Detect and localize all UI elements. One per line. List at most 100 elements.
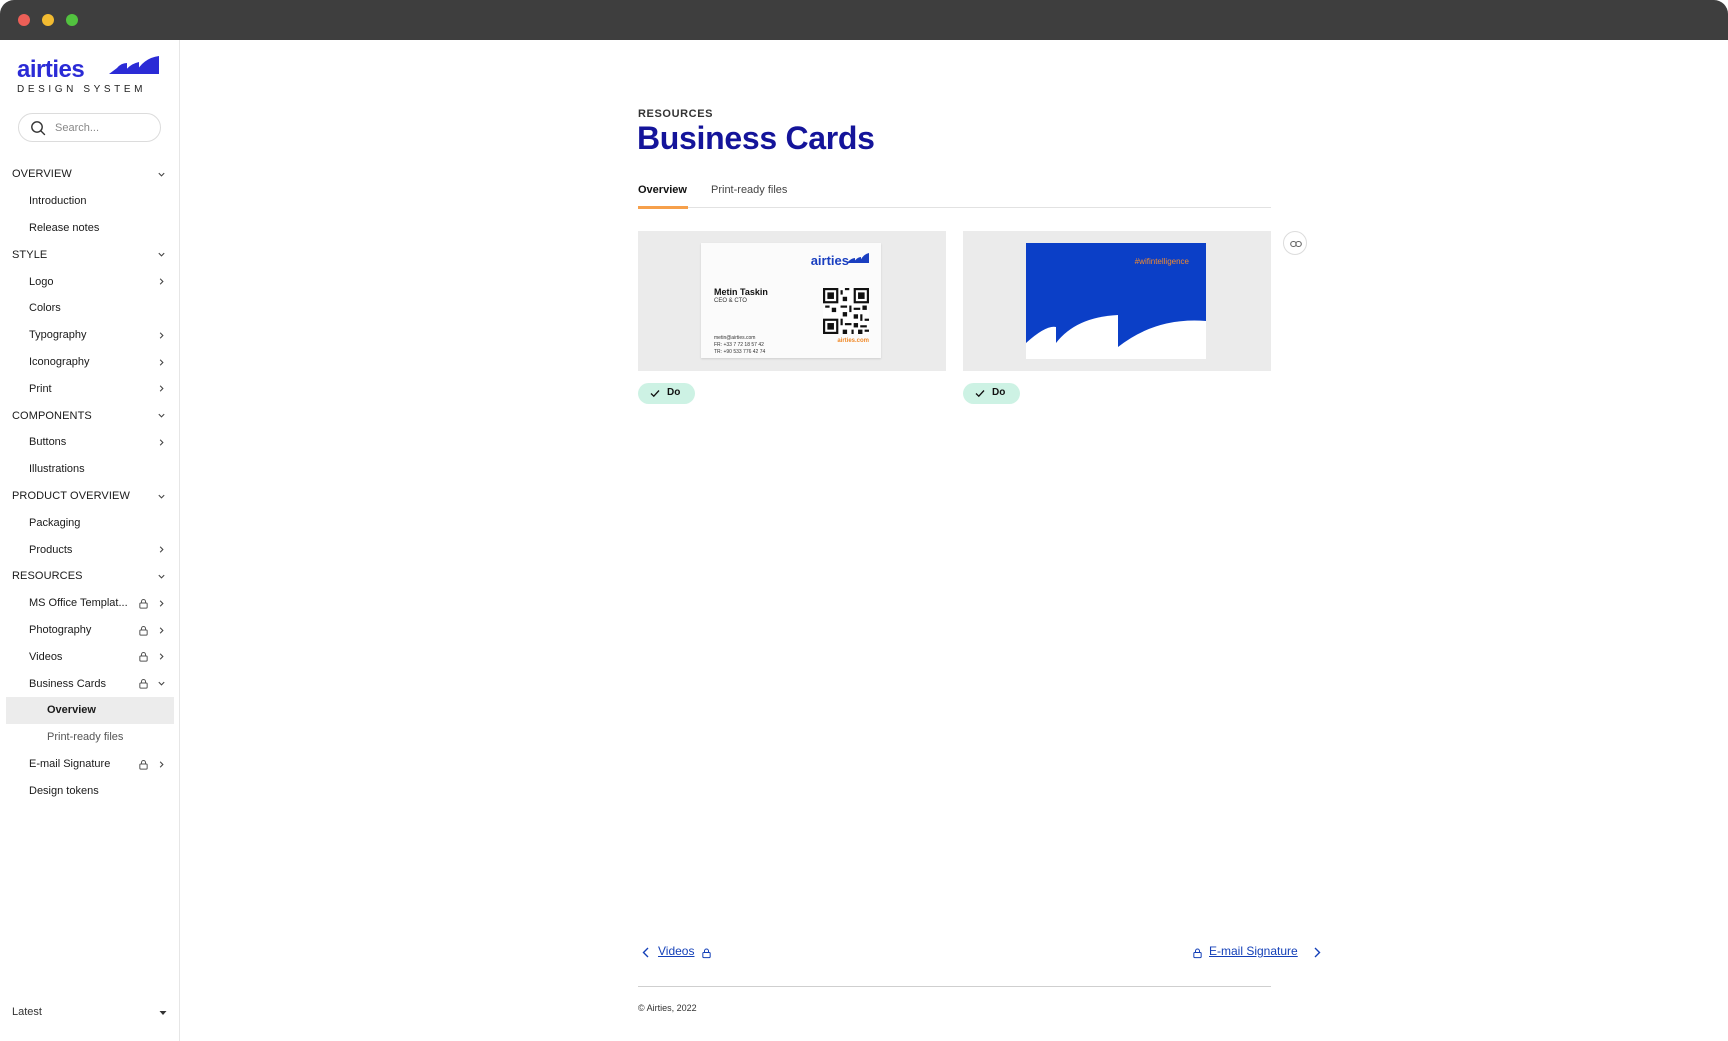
sidebar-item-label: Introduction: [29, 195, 87, 208]
logo-wave-icon: [109, 56, 159, 74]
sidebar-item-introduction[interactable]: Introduction: [0, 188, 180, 215]
lock-icon: [1193, 948, 1202, 959]
sidebar-item-design-tokens[interactable]: Design tokens: [0, 777, 180, 804]
tab-overview[interactable]: Overview: [638, 184, 687, 196]
sidebar-item-label: Design tokens: [29, 784, 99, 797]
nav-section-components[interactable]: COMPONENTS: [0, 402, 180, 429]
sidebar-item-label: Print-ready files: [47, 731, 124, 744]
nav-section-product-overview[interactable]: PRODUCT OVERVIEW: [0, 483, 180, 510]
caret-down-icon: [159, 1011, 167, 1015]
business-card-back-preview: #wifintelligence: [963, 231, 1271, 371]
window-titlebar: [0, 0, 1728, 40]
sidebar-item-iconography[interactable]: Iconography: [0, 349, 180, 376]
do-badge: Do: [638, 383, 695, 404]
previous-page-label[interactable]: Videos: [658, 944, 694, 958]
logo-wordmark: airties: [17, 56, 85, 83]
chevron-right-icon: [159, 600, 164, 607]
sidebar-item-label: Products: [29, 543, 73, 556]
sidebar-item-label: Videos: [29, 650, 63, 663]
card-logo-wordmark: airties: [810, 253, 849, 268]
minimize-window-button[interactable]: [42, 14, 54, 26]
zoom-window-button[interactable]: [66, 14, 78, 26]
sidebar-item-label: MS Office Templat...: [29, 597, 128, 610]
chevron-right-icon: [159, 358, 164, 366]
sidebar-item-buttons[interactable]: Buttons: [0, 429, 180, 456]
lock-icon: [139, 759, 148, 770]
chevron-right-icon: [159, 546, 164, 553]
nav-section-style[interactable]: STYLE: [0, 241, 180, 268]
sidebar-item-logo[interactable]: Logo: [0, 268, 180, 295]
do-badge: Do: [963, 383, 1020, 404]
sidebar-item-print[interactable]: Print: [0, 375, 180, 402]
search-box[interactable]: [18, 113, 161, 142]
sidebar-item-label: Colors: [29, 302, 61, 315]
sidebar-item-label: Buttons: [29, 436, 67, 449]
nav-section-label: STYLE: [12, 248, 48, 261]
chevron-right-icon: [159, 278, 164, 285]
lock-icon: [139, 598, 148, 609]
badge-label: Do: [667, 387, 681, 398]
card-person-role: CEO & CTO: [714, 298, 747, 304]
tab-print-ready-files[interactable]: Print-ready files: [711, 184, 787, 196]
nav-section-label: OVERVIEW: [12, 168, 72, 181]
sidebar-item-typography[interactable]: Typography: [0, 322, 180, 349]
search-input[interactable]: [55, 119, 155, 137]
sidebar-item-packaging[interactable]: Packaging: [0, 509, 180, 536]
check-icon: [975, 390, 985, 398]
close-window-button[interactable]: [18, 14, 30, 26]
sidebar-item-videos[interactable]: Videos: [0, 643, 180, 670]
chevron-down-icon: [158, 681, 165, 686]
sidebar-item-label: E-mail Signature: [29, 757, 111, 770]
sidebar-subitem-print-ready-files[interactable]: Print-ready files: [0, 724, 180, 751]
chevron-right-icon: [159, 385, 164, 392]
next-page-label[interactable]: E-mail Signature: [1209, 944, 1298, 958]
chevron-right-icon: [159, 760, 164, 768]
chevron-right-icon: [159, 439, 164, 446]
main-content: RESOURCES Business Cards Overview Print-…: [181, 40, 1728, 1041]
nav-section-label: COMPONENTS: [12, 409, 92, 422]
sidebar-item-business-cards[interactable]: Business Cards: [0, 670, 180, 697]
chevron-down-icon: [158, 494, 165, 499]
chevron-down-icon: [158, 172, 165, 177]
footer-divider: [638, 986, 1271, 987]
chevron-down-icon: [158, 413, 165, 418]
nav-section-label: RESOURCES: [12, 570, 83, 583]
sidebar-item-ms-office-templates[interactable]: MS Office Templat...: [0, 590, 180, 617]
lock-icon: [139, 625, 148, 636]
copy-link-button[interactable]: [1283, 231, 1307, 255]
chevron-down-icon: [158, 574, 165, 579]
tab-bar: Overview Print-ready files: [638, 178, 1271, 209]
search-icon: [31, 121, 46, 136]
sidebar-item-email-signature[interactable]: E-mail Signature: [0, 751, 180, 778]
card-website: airties.com: [837, 338, 869, 344]
sidebar-item-release-notes[interactable]: Release notes: [0, 215, 180, 242]
nav-section-resources[interactable]: RESOURCES: [0, 563, 180, 590]
chevron-right-icon: [159, 653, 164, 660]
sidebar-nav: OVERVIEW Introduction Release notes STYL…: [0, 161, 180, 804]
logo-subtitle: DESIGN SYSTEM: [17, 84, 147, 95]
sidebar-item-illustrations[interactable]: Illustrations: [0, 456, 180, 483]
lock-icon: [139, 679, 148, 689]
sidebar-item-label: Typography: [29, 329, 87, 342]
sidebar-item-colors[interactable]: Colors: [0, 295, 180, 322]
card-logo-wave-icon: [847, 253, 869, 263]
tab-label: Print-ready files: [711, 184, 788, 196]
sidebar-item-products[interactable]: Products: [0, 536, 180, 563]
sidebar-subitem-overview[interactable]: Overview: [6, 696, 174, 724]
airties-logo[interactable]: airties DESIGN SYSTEM: [17, 54, 159, 96]
sidebar-item-label: Print: [29, 382, 52, 395]
sidebar-item-label: Logo: [29, 275, 54, 288]
business-card-front-preview: airties Metin Taskin CEO & CTO metin@air…: [638, 231, 946, 371]
version-select[interactable]: Latest: [12, 1006, 167, 1018]
sidebar-item-photography[interactable]: Photography: [0, 617, 180, 644]
nav-section-overview[interactable]: OVERVIEW: [0, 161, 180, 188]
card-phone-fr: FR: +33 7 72 18 57 42: [714, 342, 764, 348]
page-eyebrow: RESOURCES: [638, 108, 714, 120]
card-email: metin@airties.com: [714, 335, 756, 341]
card-wave-graphic: [1026, 315, 1206, 359]
chevron-right-icon: [159, 626, 164, 634]
sidebar-item-label: Illustrations: [29, 463, 85, 476]
business-card-front: airties Metin Taskin CEO & CTO metin@air…: [701, 243, 881, 358]
sidebar-item-label: Overview: [47, 704, 96, 717]
chevron-right-icon: [1314, 947, 1321, 958]
